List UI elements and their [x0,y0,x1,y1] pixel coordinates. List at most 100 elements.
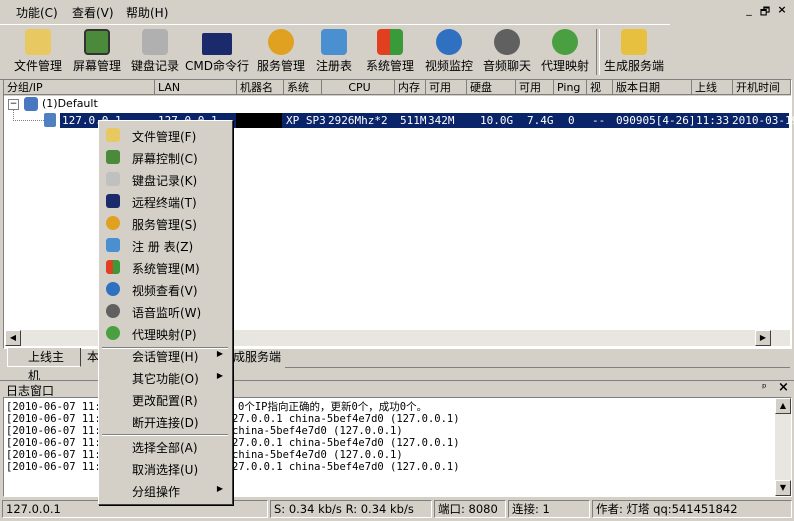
col-machine[interactable]: 机器名 [237,80,284,95]
toolbar-separator [596,29,600,75]
col-mem[interactable]: 内存 [395,80,426,95]
ctx-select-all[interactable]: 选择全部(A) [101,435,229,457]
monitor-icon [106,150,120,164]
box-icon [621,29,647,55]
terminal-icon [202,33,232,55]
gears-icon [268,29,294,55]
toolbar-cmd-button[interactable]: CMD命令行 [185,27,249,77]
tree-collapse-toggle[interactable]: − [8,99,19,110]
ctx-system-manager[interactable]: 系统管理(M) [101,256,229,278]
toolbar-system-button[interactable]: 系统管理 [362,27,418,77]
headset-icon [106,304,120,318]
network-icon [24,97,38,111]
ctx-group-ops[interactable]: 分组操作 ▶ [101,479,229,501]
windows-icon [377,29,403,55]
ctx-session-manager[interactable]: 会话管理(H) ▶ [101,344,229,366]
windows-icon [106,260,120,274]
scroll-right-icon[interactable]: ▶ [755,330,771,346]
col-os[interactable]: 系统 [284,80,322,95]
col-cam[interactable]: 视 [587,80,613,95]
ctx-remote-terminal[interactable]: 远程终端(T) [101,190,229,212]
toolbar-registry-button[interactable]: 注册表 [313,27,355,77]
menu-help[interactable]: 帮助(H) [126,4,168,21]
status-connections: 连接: 1 [508,500,590,518]
machine-name-redacted [236,113,282,128]
scroll-up-icon[interactable]: ▲ [775,398,791,414]
registry-icon [321,29,347,55]
ctx-voice-monitor[interactable]: 语音监听(W) [101,300,229,322]
col-ping[interactable]: Ping [554,80,587,95]
log-vertical-scrollbar[interactable]: ▲ ▼ [775,398,791,496]
col-boot[interactable]: 开机时间 [733,80,791,95]
col-cpu[interactable]: CPU [322,80,395,95]
ctx-keylog[interactable]: 键盘记录(K) [101,168,229,190]
group-default[interactable]: (1)Default [42,97,98,110]
folder-icon [25,29,51,55]
ctx-registry[interactable]: 注 册 表(Z) [101,234,229,256]
toolbar-video-button[interactable]: 视频监控 [421,27,477,77]
host-icon [44,113,56,127]
restore-icon[interactable]: 🗗 [758,3,772,22]
menu-view[interactable]: 查看(V) [72,4,114,21]
submenu-arrow-icon: ▶ [216,371,223,380]
scroll-left-icon[interactable]: ◀ [5,330,21,346]
globe-icon [106,326,120,340]
ctx-file-manager[interactable]: 文件管理(F) [101,124,229,146]
webcam-icon [436,29,462,55]
toolbar-build-server-button[interactable]: 生成服务端 [602,27,666,77]
log-close-icon[interactable]: × [778,380,789,395]
toolbar-screen-button[interactable]: 屏幕管理 [68,27,126,77]
tab-build-server[interactable]: 成服务端 [229,348,285,367]
log-line: [2010-06-07 11:2 27.0.0.1 china-5bef4e7d0… [6,413,460,425]
toolbar-keylog-button[interactable]: 键盘记录 [128,27,182,77]
ctx-disconnect[interactable]: 断开连接(D) [101,410,229,432]
ctx-screen-control[interactable]: 屏幕控制(C) [101,146,229,168]
context-menu: 文件管理(F) 屏幕控制(C) 键盘记录(K) 远程终端(T) 服务管理(S) … [98,120,233,505]
folder-icon [106,128,120,142]
status-author: 作者: 灯塔 qq:541451842 [592,500,792,518]
keyboard-icon [106,172,120,186]
tab-baseline [285,367,790,368]
webcam-icon [106,282,120,296]
ctx-service-manager[interactable]: 服务管理(S) [101,212,229,234]
registry-icon [106,238,120,252]
keyboard-icon [142,29,168,55]
log-line: [2010-06-07 11:3 china-5bef4e7d0 (127.0.0… [6,449,403,461]
gears-icon [106,216,120,230]
log-line: [2010-06-07 11:3 china-5bef4e7d0 (127.0.0… [6,425,403,437]
minimize-icon[interactable]: _ [742,3,756,16]
host-list-header: 分组/IP LAN 机器名 系统 CPU 内存 可用 硬盘 可用 Ping 视 … [4,80,791,96]
ctx-video-view[interactable]: 视频查看(V) [101,278,229,300]
ctx-other-functions[interactable]: 其它功能(O) ▶ [101,366,229,388]
close-icon[interactable]: × [775,3,789,16]
tree-line [13,110,44,121]
terminal-icon [106,194,120,208]
col-version[interactable]: 版本日期 [613,80,692,95]
ctx-change-config[interactable]: 更改配置(R) [101,388,229,410]
menu-bar: 功能(C) 查看(V) 帮助(H) _ 🗗 × [0,0,794,24]
ctx-deselect[interactable]: 取消选择(U) [101,457,229,479]
pin-icon[interactable]: ᵖ [762,381,767,394]
log-line: [2010-06-07 11:2 0个IP指向正确的，更新0个，成功0个。 [6,401,428,413]
submenu-arrow-icon: ▶ [216,484,223,493]
toolbar: 文件管理 屏幕管理 键盘记录 CMD命令行 服务管理 注册表 系统管理 视频监控… [0,24,670,80]
col-disk[interactable]: 硬盘 [467,80,516,95]
col-group-ip[interactable]: 分组/IP [4,80,155,95]
col-disk-free[interactable]: 可用 [516,80,554,95]
log-line: [2010-06-07 11:3 27.0.0.1 china-5bef4e7d0… [6,461,460,473]
toolbar-service-button[interactable]: 服务管理 [253,27,309,77]
col-lan[interactable]: LAN [155,80,237,95]
toolbar-audio-button[interactable]: 音频聊天 [479,27,535,77]
tab-online-hosts[interactable]: 上线主机 [7,348,81,383]
col-online[interactable]: 上线 [692,80,733,95]
scroll-down-icon[interactable]: ▼ [775,480,791,496]
ctx-proxy-map[interactable]: 代理映射(P) [101,322,229,344]
monitor-icon [84,29,110,55]
toolbar-proxy-button[interactable]: 代理映射 [537,27,593,77]
status-port: 端口: 8080 [434,500,506,518]
menu-function[interactable]: 功能(C) [16,4,58,21]
submenu-arrow-icon: ▶ [216,349,223,358]
col-mem-free[interactable]: 可用 [426,80,467,95]
status-speed: S: 0.34 kb/s R: 0.34 kb/s [270,500,432,518]
toolbar-file-manager-button[interactable]: 文件管理 [10,27,66,77]
